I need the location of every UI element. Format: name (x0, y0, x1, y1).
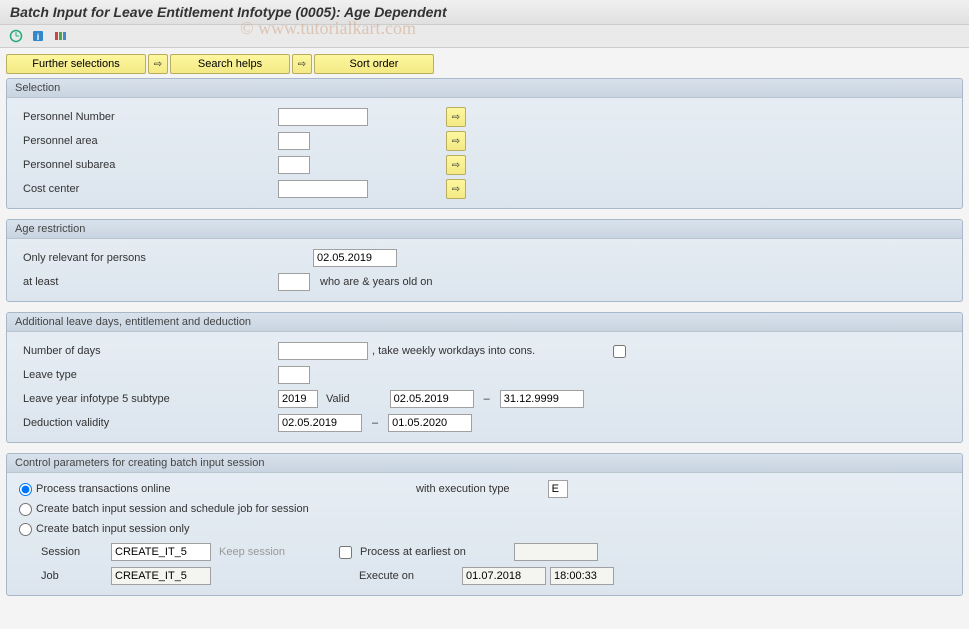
multiple-selection-icon[interactable]: ⇨ (446, 155, 466, 175)
process-earliest-input[interactable] (514, 543, 598, 561)
with-exec-type-label: with execution type (416, 483, 510, 495)
age-restriction-panel: Age restriction Only relevant for person… (6, 219, 963, 302)
create-schedule-label: Create batch input session and schedule … (36, 503, 309, 515)
job-input[interactable] (111, 567, 211, 585)
job-label: Job (37, 570, 107, 582)
number-of-days-input[interactable] (278, 342, 368, 360)
panel-title: Control parameters for creating batch in… (7, 454, 962, 473)
panel-title: Age restriction (7, 220, 962, 239)
at-least-label: at least (19, 276, 274, 288)
page-title: Batch Input for Leave Entitlement Infoty… (0, 0, 969, 25)
control-parameters-panel: Control parameters for creating batch in… (6, 453, 963, 596)
personnel-subarea-input[interactable] (278, 156, 310, 174)
valid-label: Valid (326, 393, 350, 405)
selection-buttons: Further selections ⇨ Search helps ⇨ Sort… (6, 54, 963, 74)
exec-type-input[interactable] (548, 480, 568, 498)
svg-text:i: i (37, 32, 40, 42)
panel-title: Additional leave days, entitlement and d… (7, 313, 962, 332)
variants-icon[interactable] (52, 28, 68, 44)
create-schedule-radio[interactable] (19, 503, 32, 516)
process-earliest-checkbox[interactable] (339, 546, 352, 559)
leave-year-label: Leave year infotype 5 subtype (19, 393, 274, 405)
leave-year-input[interactable] (278, 390, 318, 408)
personnel-subarea-label: Personnel subarea (19, 159, 274, 171)
relevant-date-input[interactable] (313, 249, 397, 267)
cost-center-input[interactable] (278, 180, 368, 198)
take-weekly-checkbox[interactable] (613, 345, 626, 358)
only-relevant-label: Only relevant for persons (19, 252, 309, 264)
leave-type-label: Leave type (19, 369, 274, 381)
execute-on-label: Execute on (359, 570, 414, 582)
deduction-to-input[interactable] (388, 414, 472, 432)
dash: – (484, 393, 490, 405)
deduction-validity-label: Deduction validity (19, 417, 274, 429)
personnel-number-label: Personnel Number (19, 111, 274, 123)
personnel-number-input[interactable] (278, 108, 368, 126)
number-of-days-label: Number of days (19, 345, 274, 357)
dash: – (372, 417, 378, 429)
execute-time-input[interactable] (550, 567, 614, 585)
who-are-label: who are & years old on (320, 276, 433, 288)
multiple-selection-icon[interactable]: ⇨ (446, 131, 466, 151)
take-weekly-label: , take weekly workdays into cons. (372, 345, 535, 357)
toolbar: i (0, 25, 969, 48)
personnel-area-label: Personnel area (19, 135, 274, 147)
sort-order-button[interactable]: Sort order (314, 54, 434, 74)
session-input[interactable] (111, 543, 211, 561)
process-online-label: Process transactions online (36, 483, 416, 495)
keep-session-label: Keep session (219, 546, 285, 558)
selection-panel: Selection Personnel Number ⇨ Personnel a… (6, 78, 963, 209)
create-only-label: Create batch input session only (36, 523, 189, 535)
cost-center-label: Cost center (19, 183, 274, 195)
search-helps-button[interactable]: Search helps (170, 54, 290, 74)
execute-icon[interactable] (8, 28, 24, 44)
additional-leave-panel: Additional leave days, entitlement and d… (6, 312, 963, 443)
execute-date-input[interactable] (462, 567, 546, 585)
at-least-input[interactable] (278, 273, 310, 291)
panel-title: Selection (7, 79, 962, 98)
create-only-radio[interactable] (19, 523, 32, 536)
further-selections-button[interactable]: Further selections (6, 54, 146, 74)
leave-type-input[interactable] (278, 366, 310, 384)
personnel-area-input[interactable] (278, 132, 310, 150)
arrow-icon[interactable]: ⇨ (148, 54, 168, 74)
process-online-radio[interactable] (19, 483, 32, 496)
info-icon[interactable]: i (30, 28, 46, 44)
multiple-selection-icon[interactable]: ⇨ (446, 107, 466, 127)
session-label: Session (37, 546, 107, 558)
deduction-from-input[interactable] (278, 414, 362, 432)
valid-to-input[interactable] (500, 390, 584, 408)
valid-from-input[interactable] (390, 390, 474, 408)
process-earliest-label: Process at earliest on (360, 546, 466, 558)
arrow-icon[interactable]: ⇨ (292, 54, 312, 74)
multiple-selection-icon[interactable]: ⇨ (446, 179, 466, 199)
